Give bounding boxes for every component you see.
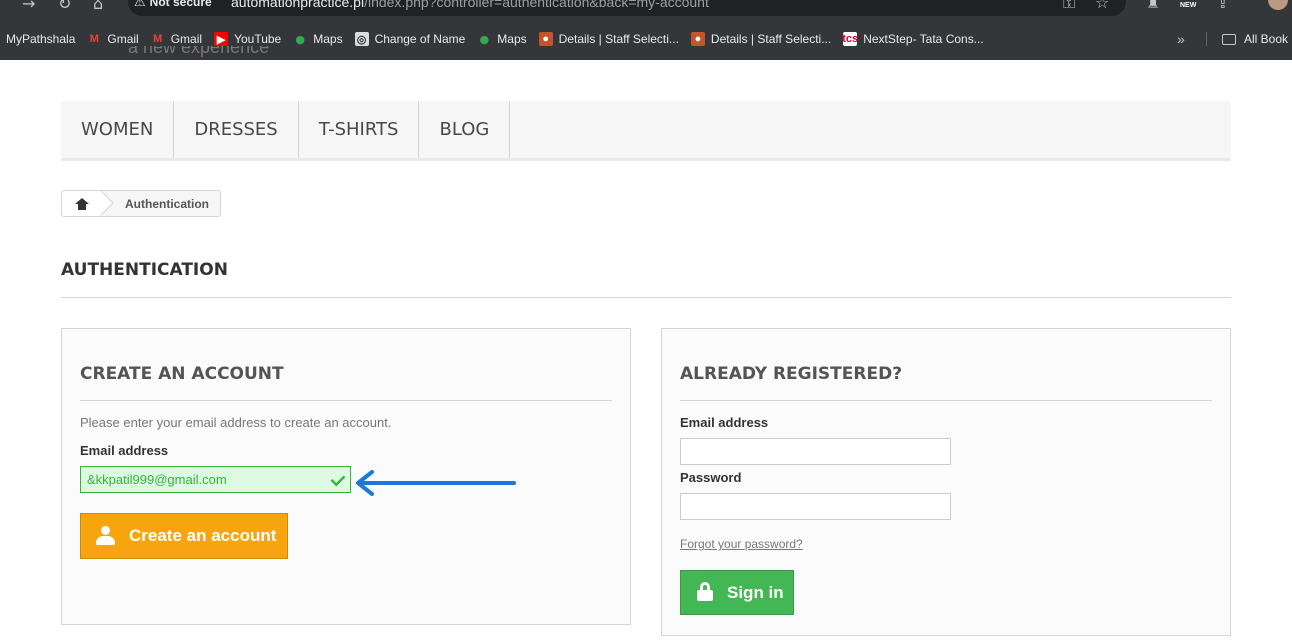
url-text[interactable]: automationpractice.pl/index.php?controll… [231,0,709,10]
forgot-password-link[interactable]: Forgot your password? [680,537,803,551]
extension-icon[interactable]: ♜ [1146,0,1160,12]
create-email-input[interactable]: &kkpatil999@gmail.com [80,466,351,493]
bookmark-mypathshala[interactable]: MyPathshala [0,26,81,52]
staff-icon: ● [538,32,553,46]
profile-avatar[interactable] [1268,0,1288,10]
login-email-input[interactable] [680,438,951,465]
create-email-label: Email address [80,443,169,458]
breadcrumb-current: Authentication [125,196,209,211]
breadcrumb-home[interactable] [62,190,114,216]
address-bar-row: → ↻ ⌂ ⚠ Not secure automationpractice.pl… [0,0,1292,18]
menu-item-blog[interactable]: BLOG [419,101,511,158]
new-badge: NEW [1180,2,1197,9]
tcs-icon: tcs [842,32,859,46]
staff-icon: ● [690,32,705,46]
warning-icon: ⚠ [134,0,146,10]
login-divider [680,400,1212,401]
youtube-icon: ▶ [214,32,229,46]
heading-divider [61,297,1231,298]
create-account-divider [80,400,612,401]
share-icon[interactable]: ⇪ [1216,0,1229,12]
maps-icon: ● [295,32,306,46]
gmail-icon: M [89,33,99,45]
menu-item-dresses[interactable]: DRESSES [174,101,299,158]
menu-item-women[interactable]: WOMEN [61,101,175,158]
star-bookmark-icon[interactable]: ☆ [1095,0,1109,12]
bookmark-maps[interactable]: ● Maps [287,26,348,52]
folder-icon [1222,33,1236,45]
lock-icon [697,582,713,602]
annotation-arrow-icon [356,470,516,496]
bookmark-nextstep[interactable]: tcs NextStep- Tata Cons... [837,26,990,52]
bookmark-maps-2[interactable]: ● Maps [471,26,532,52]
login-title: ALREADY REGISTERED? [680,364,903,384]
top-menu: WOMEN DRESSES T-SHIRTS BLOG [61,101,1231,161]
breadcrumb: Authentication [61,190,221,217]
passwords-key-icon[interactable]: ⚿ [1063,0,1075,13]
check-icon [330,471,346,487]
forward-icon[interactable]: → [22,0,42,14]
login-password-label: Password [680,470,742,485]
page-title: AUTHENTICATION [61,260,228,280]
reload-icon[interactable]: ↻ [58,0,78,14]
user-icon [95,526,115,546]
login-password-input[interactable] [680,493,951,520]
tagline-fragment: a new experience [128,46,270,57]
not-secure-badge[interactable]: ⚠ Not secure [134,0,212,10]
bookmarks-overflow-icon[interactable]: » [1177,26,1185,52]
bookmark-staff-selection[interactable]: ● Details | Staff Selecti... [533,26,685,52]
login-email-label: Email address [680,415,769,430]
home-icon [75,197,89,210]
menu-item-tshirts[interactable]: T-SHIRTS [299,101,420,158]
all-bookmarks[interactable]: All Book [1222,26,1288,52]
bookmark-change-of-name[interactable]: ◎ Change of Name [349,26,472,52]
bookmarks-divider [1206,32,1207,46]
maps-icon: ● [479,32,490,46]
create-account-hint: Please enter your email address to creat… [80,415,392,430]
gmail-icon: M [153,33,163,45]
sign-in-button[interactable]: Sign in [680,570,794,615]
bookmark-staff-selection-2[interactable]: ● Details | Staff Selecti... [685,26,837,52]
create-account-title: CREATE AN ACCOUNT [80,364,284,384]
breadcrumb-separator [88,190,114,216]
home-icon[interactable]: ⌂ [93,0,113,14]
globe-icon: ◎ [354,32,369,46]
create-account-button[interactable]: Create an account [80,513,288,559]
